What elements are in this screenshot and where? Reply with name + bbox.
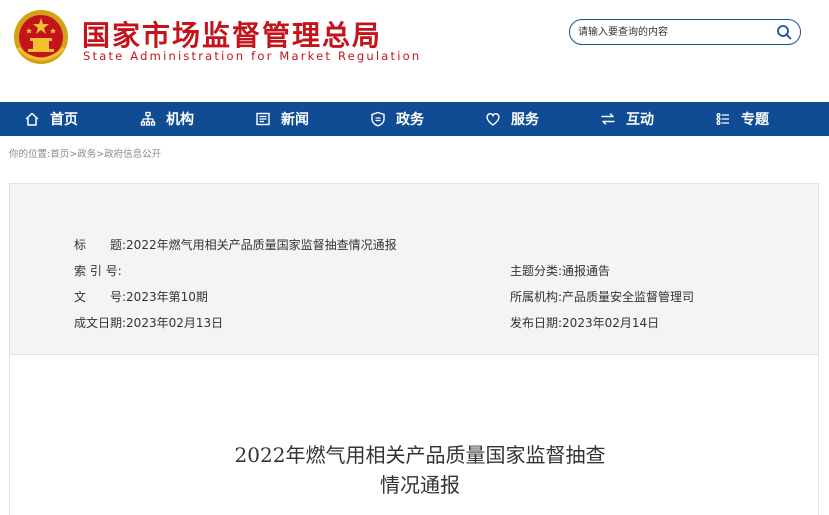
document-title-line-1: 2022年燃气用相关产品质量国家监督抽查 bbox=[234, 443, 606, 467]
meta-published-value: 2023年02月14日 bbox=[562, 316, 660, 330]
main-nav: 首页 机构 新闻 政务 服务 互动 专题 bbox=[0, 102, 829, 136]
national-emblem-icon[interactable] bbox=[12, 8, 70, 66]
meta-created-value: 2023年02月13日 bbox=[126, 316, 224, 330]
org-chart-icon bbox=[140, 111, 156, 126]
heart-icon bbox=[486, 113, 500, 126]
nav-item-label: 互动 bbox=[626, 112, 654, 128]
breadcrumb-prefix: 你的位置: bbox=[9, 149, 51, 160]
shield-icon bbox=[371, 111, 385, 127]
meta-created-date: 成文日期:2023年02月13日 bbox=[74, 314, 223, 331]
exchange-icon bbox=[601, 113, 615, 125]
news-icon bbox=[256, 112, 270, 126]
nav-item-label: 机构 bbox=[166, 112, 194, 128]
meta-title-label: 标 题: bbox=[74, 238, 127, 252]
search-input[interactable] bbox=[578, 23, 768, 41]
breadcrumb-link-home[interactable]: 首页 bbox=[50, 149, 69, 160]
meta-index-label: 索 引 号: bbox=[74, 264, 122, 278]
nav-item-services[interactable]: 服务 bbox=[485, 102, 539, 136]
meta-category: 主题分类:通报通告 bbox=[510, 262, 610, 279]
nav-item-news[interactable]: 新闻 bbox=[255, 102, 309, 136]
breadcrumb-separator: > bbox=[96, 149, 105, 160]
nav-item-label: 首页 bbox=[50, 112, 78, 128]
nav-item-topics[interactable]: 专题 bbox=[715, 102, 769, 136]
breadcrumb-link-public-info[interactable]: 政府信息公开 bbox=[104, 149, 161, 160]
meta-title: 标 题:2022年燃气用相关产品质量国家监督抽查情况通报 bbox=[74, 236, 397, 253]
search-icon[interactable] bbox=[776, 24, 792, 40]
nav-item-label: 政务 bbox=[396, 112, 424, 128]
nav-item-home[interactable]: 首页 bbox=[24, 102, 78, 136]
meta-published-date: 发布日期:2023年02月14日 bbox=[510, 314, 659, 331]
nav-item-interaction[interactable]: 互动 bbox=[600, 102, 654, 136]
breadcrumb: 你的位置:首页>政务>政府信息公开 bbox=[9, 146, 161, 160]
meta-category-value: 通报通告 bbox=[562, 264, 611, 278]
meta-category-label: 主题分类: bbox=[510, 264, 563, 278]
home-icon bbox=[25, 112, 39, 126]
meta-doc-no-value: 2023年第10期 bbox=[126, 290, 208, 304]
nav-item-label: 专题 bbox=[741, 112, 769, 128]
site-header: 国家市场监督管理总局 State Administration for Mark… bbox=[0, 0, 829, 102]
nav-item-organization[interactable]: 机构 bbox=[140, 102, 194, 136]
nav-item-label: 新闻 bbox=[281, 112, 309, 128]
meta-index-number: 索 引 号: bbox=[74, 262, 122, 279]
breadcrumb-separator: > bbox=[69, 149, 78, 160]
nav-item-government-affairs[interactable]: 政务 bbox=[370, 102, 424, 136]
list-icon bbox=[716, 112, 729, 126]
site-name-chinese[interactable]: 国家市场监督管理总局 bbox=[82, 14, 382, 54]
search-box bbox=[569, 19, 801, 45]
meta-doc-no-label: 文 号: bbox=[74, 290, 127, 304]
meta-title-value: 2022年燃气用相关产品质量国家监督抽查情况通报 bbox=[126, 238, 397, 252]
document-meta-panel: 标 题:2022年燃气用相关产品质量国家监督抽查情况通报 索 引 号: 文 号:… bbox=[9, 183, 819, 355]
meta-published-label: 发布日期: bbox=[510, 316, 563, 330]
meta-organization: 所属机构:产品质量安全监督管理司 bbox=[510, 288, 694, 305]
nav-item-label: 服务 bbox=[511, 112, 539, 128]
meta-document-number: 文 号:2023年第10期 bbox=[74, 288, 208, 305]
meta-org-value: 产品质量安全监督管理司 bbox=[562, 290, 695, 304]
document-title-line-2: 情况通报 bbox=[380, 473, 460, 497]
site-name-english[interactable]: State Administration for Market Regulati… bbox=[83, 49, 421, 63]
document-title: 2022年燃气用相关产品质量国家监督抽查 情况通报 bbox=[120, 440, 720, 500]
breadcrumb-link-government-affairs[interactable]: 政务 bbox=[77, 149, 96, 160]
meta-org-label: 所属机构: bbox=[510, 290, 563, 304]
meta-created-label: 成文日期: bbox=[74, 316, 127, 330]
